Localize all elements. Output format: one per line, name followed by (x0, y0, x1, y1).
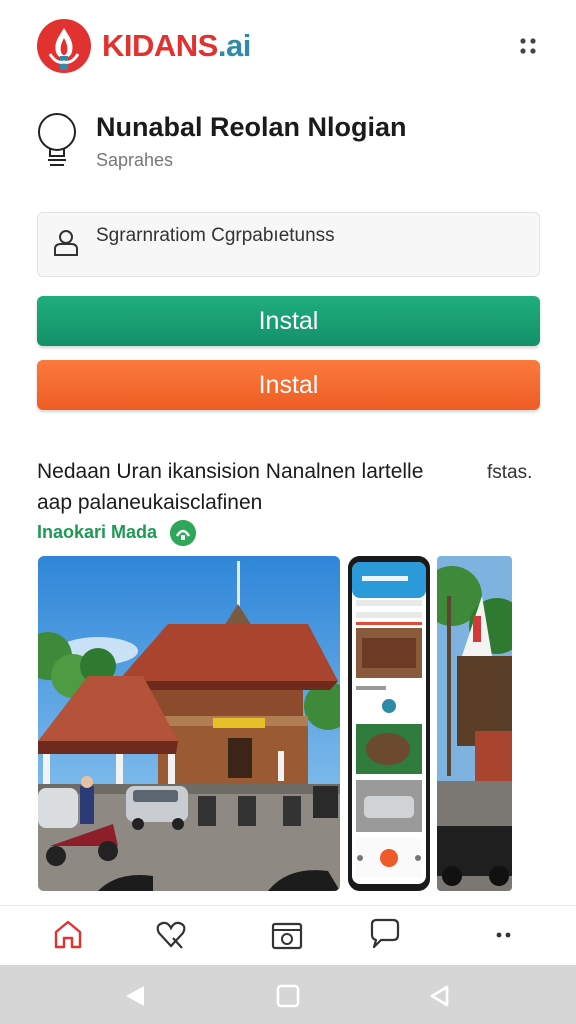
top-bar: KIDANS.ai (0, 0, 576, 95)
screenshot-temple[interactable] (38, 556, 340, 891)
chat-icon[interactable] (366, 916, 402, 952)
description-line-1-right: fstas. (487, 462, 533, 483)
app-header: Nunabal Reolan Nlogian Saprahes (0, 100, 576, 190)
lightbulb-icon (38, 113, 76, 166)
home-square-icon[interactable] (274, 982, 302, 1010)
brand-name: KIDANS.ai (102, 28, 251, 64)
recent-icon[interactable] (426, 982, 454, 1010)
screenshot-gallery[interactable] (0, 555, 576, 895)
app-subtitle: Saprahes (96, 150, 174, 170)
description-line-1: Nedaan Uran ikansision Nanalnen lartelle (37, 460, 424, 483)
info-box[interactable]: Sgrarnratiom Cgrpabıetunss (37, 212, 540, 277)
person-icon (54, 230, 78, 256)
more-icon[interactable] (486, 916, 522, 952)
box-icon[interactable] (269, 916, 305, 952)
flame-logo-icon (37, 19, 91, 73)
install-button-primary[interactable]: Instal (37, 296, 540, 346)
screenshot-phone-app[interactable] (348, 556, 430, 891)
description-line-2: aap palaneukaisclafinen (37, 491, 263, 514)
screenshot-street[interactable] (437, 556, 512, 891)
check-badge-icon (170, 520, 196, 546)
back-icon[interactable] (122, 982, 150, 1010)
system-navigation-bar (0, 965, 576, 1024)
info-text: Sgrarnratiom Cgrpabıetunss (96, 225, 335, 246)
home-icon[interactable] (50, 916, 86, 952)
heart-icon[interactable] (153, 916, 189, 952)
bottom-navigation (0, 905, 576, 963)
install-button-secondary[interactable]: Instal (37, 360, 540, 410)
developer-name[interactable]: Inaokari Mada (37, 522, 157, 543)
brand-main: KIDANS (102, 28, 218, 63)
brand-suffix: .ai (217, 28, 251, 63)
dots-grid-icon[interactable] (516, 34, 540, 58)
app-title: Nunabal Reolan Nlogian (96, 112, 407, 142)
